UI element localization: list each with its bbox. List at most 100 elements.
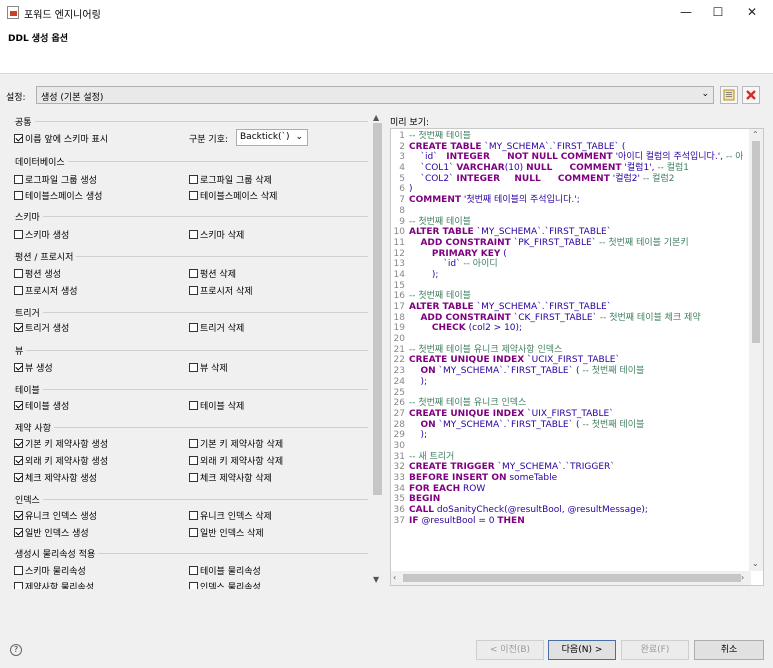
group-title: 공통 [15, 118, 35, 128]
code-line: 23 ON `MY_SCHEMA`.`FIRST_TABLE` ( -- 첫번째… [391, 366, 743, 377]
delimiter-value: Backtick(`) [240, 132, 290, 142]
group-title: 인덱스 [15, 496, 43, 506]
line-text: `id` -- 아이디 [409, 259, 498, 270]
editor-horizontal-scrollbar[interactable]: ‹ › [391, 571, 751, 585]
next-button[interactable]: 다음(N) > [548, 640, 616, 660]
index-physical-checkbox[interactable]: 인덱스 물리속성 [189, 580, 261, 589]
drop-logfile-group-checkbox[interactable]: 로그파일 그룹 삭제 [189, 173, 272, 186]
line-text: ) [409, 184, 413, 195]
delimiter-select[interactable]: Backtick(`) ⌄ [236, 129, 308, 146]
checkbox-label: 테이블 물리속성 [200, 567, 261, 577]
code-line: 9 -- 첫번째 테이블 [391, 217, 743, 228]
scroll-up-icon[interactable]: ▲ [373, 113, 379, 122]
line-text: -- 첫번째 테이블 [409, 216, 471, 227]
checkbox-label: 테이블 생성 [25, 402, 70, 412]
help-icon[interactable]: ? [10, 644, 22, 656]
back-button[interactable]: < 이전(B) [476, 640, 544, 660]
scroll-thumb[interactable] [752, 141, 760, 343]
group-trigger: 트리거 트리거 생성 트리거 삭제 [8, 306, 370, 342]
scroll-down-icon[interactable]: ⌄ [752, 559, 759, 568]
scroll-right-icon[interactable]: › [741, 573, 744, 582]
page-title: DDL 생성 옵션 [8, 34, 69, 44]
create-tablespace-checkbox[interactable]: 테이블스페이스 생성 [14, 189, 102, 202]
minimize-button[interactable]: — [670, 2, 702, 22]
code-line: 27 CREATE UNIQUE INDEX `UIX_FIRST_TABLE` [391, 409, 743, 420]
code-line: 14 ); [391, 270, 743, 281]
checkbox-label: 일반 인덱스 삭제 [200, 529, 264, 539]
finish-button[interactable]: 완료(F) [621, 640, 689, 660]
create-logfile-group-checkbox[interactable]: 로그파일 그룹 생성 [14, 173, 97, 186]
code-line: 22 CREATE UNIQUE INDEX `UCIX_FIRST_TABLE` [391, 355, 743, 366]
settings-select[interactable]: 생성 (기본 설정) ⌄ [36, 86, 714, 104]
line-number: 15 [393, 280, 405, 291]
create-table-checkbox[interactable]: 테이블 생성 [14, 399, 69, 412]
group-physical: 생성시 물리속성 적용 스키마 물리속성 테이블 물리속성 제약사항 물리속성 … [8, 547, 370, 589]
create-index-checkbox[interactable]: 일반 인덱스 생성 [14, 526, 89, 539]
drop-trigger-checkbox[interactable]: 트리거 삭제 [189, 321, 244, 334]
group-title: 데이터베이스 [15, 158, 68, 168]
drop-function-checkbox[interactable]: 펑션 삭제 [189, 267, 236, 280]
drop-unique-index-checkbox[interactable]: 유니크 인덱스 삭제 [189, 509, 272, 522]
drop-schema-checkbox[interactable]: 스키마 삭제 [189, 228, 244, 241]
create-function-checkbox[interactable]: 펑션 생성 [14, 267, 61, 280]
create-view-checkbox[interactable]: 뷰 생성 [14, 361, 53, 374]
drop-procedure-checkbox[interactable]: 프로시저 삭제 [189, 284, 253, 297]
create-fk-checkbox[interactable]: 외래 키 제약사항 생성 [14, 454, 108, 467]
create-unique-index-checkbox[interactable]: 유니크 인덱스 생성 [14, 509, 97, 522]
maximize-button[interactable]: ☐ [702, 2, 734, 22]
code-area[interactable]: 1 -- 첫번째 테이블 2 CREATE TABLE `MY_SCHEMA`.`FI… [391, 131, 743, 571]
code-line: 30 [391, 441, 743, 452]
delete-settings-button[interactable] [742, 86, 760, 104]
drop-index-checkbox[interactable]: 일반 인덱스 삭제 [189, 526, 264, 539]
line-number: 29 [393, 430, 405, 441]
drop-view-checkbox[interactable]: 뷰 삭제 [189, 361, 228, 374]
line-number: 30 [393, 440, 405, 451]
line-text: ADD CONSTRAINT `PK_FIRST_TABLE` -- 첫번째 테… [420, 237, 689, 248]
scroll-thumb[interactable] [373, 123, 382, 495]
code-line: 33 BEFORE INSERT ON someTable [391, 473, 743, 484]
code-line: 21 -- 첫번째 테이블 유니크 제약사항 인덱스 [391, 345, 743, 356]
drop-pk-checkbox[interactable]: 기본 키 제약사항 삭제 [189, 437, 283, 450]
close-button[interactable]: ✕ [736, 2, 768, 22]
schema-prefix-checkbox[interactable]: 이름 앞에 스키마 표시 [14, 132, 108, 145]
table-physical-checkbox[interactable]: 테이블 물리속성 [189, 564, 261, 577]
create-procedure-checkbox[interactable]: 프로시저 생성 [14, 284, 78, 297]
editor-vertical-scrollbar[interactable]: ⌃ ⌄ [749, 129, 763, 571]
code-line: 37 IF @resultBool = 0 THEN [391, 516, 743, 527]
settings-label: 설정: [6, 93, 26, 103]
line-text: BEGIN [409, 494, 441, 505]
create-schema-checkbox[interactable]: 스키마 생성 [14, 228, 69, 241]
ddl-preview-editor[interactable]: 1 -- 첫번째 테이블 2 CREATE TABLE `MY_SCHEMA`.`FI… [390, 128, 764, 586]
create-check-checkbox[interactable]: 체크 제약사항 생성 [14, 471, 97, 484]
wizard-header: DDL 생성 옵션 [0, 26, 773, 74]
drop-table-checkbox[interactable]: 테이블 삭제 [189, 399, 244, 412]
group-title: 트리거 [15, 309, 43, 319]
code-line: 7 COMMENT '첫번째 테이블의 주석입니다.'; [391, 195, 743, 206]
line-text: IF @resultBool = 0 THEN [409, 515, 525, 526]
scroll-up-icon[interactable]: ⌃ [752, 130, 759, 139]
save-settings-button[interactable] [720, 86, 738, 104]
group-schema: 스키마 스키마 생성 스키마 삭제 [8, 210, 370, 246]
code-line: 20 [391, 334, 743, 345]
scroll-thumb[interactable] [403, 574, 741, 582]
drop-fk-checkbox[interactable]: 외래 키 제약사항 삭제 [189, 454, 283, 467]
group-view: 뷰 뷰 생성 뷰 삭제 [8, 344, 370, 380]
schema-physical-checkbox[interactable]: 스키마 물리속성 [14, 564, 86, 577]
scroll-down-icon[interactable]: ▼ [373, 575, 379, 584]
create-trigger-checkbox[interactable]: 트리거 생성 [14, 321, 69, 334]
cancel-button[interactable]: 취소 [694, 640, 764, 660]
code-line: 2 CREATE TABLE `MY_SCHEMA`.`FIRST_TABLE` … [391, 142, 743, 153]
drop-check-checkbox[interactable]: 체크 제약사항 삭제 [189, 471, 272, 484]
scroll-left-icon[interactable]: ‹ [393, 573, 396, 582]
group-function: 펑션 / 프로시저 펑션 생성 펑션 삭제 프로시저 생성 프로시저 삭제 [8, 250, 370, 304]
create-pk-checkbox[interactable]: 기본 키 제약사항 생성 [14, 437, 108, 450]
drop-tablespace-checkbox[interactable]: 테이블스페이스 삭제 [189, 189, 277, 202]
options-scrollbar[interactable]: ▲ ▼ [371, 113, 384, 587]
checkbox-label: 체크 제약사항 삭제 [200, 474, 272, 484]
constraint-physical-checkbox[interactable]: 제약사항 물리속성 [14, 580, 94, 589]
app-icon [7, 6, 19, 19]
code-line: 18 ADD CONSTRAINT `CK_FIRST_TABLE` -- 첫번… [391, 313, 743, 324]
code-line: 6) [391, 184, 743, 195]
line-text: -- 첫번째 테이블 [409, 131, 471, 141]
line-number: 4 [399, 163, 405, 174]
